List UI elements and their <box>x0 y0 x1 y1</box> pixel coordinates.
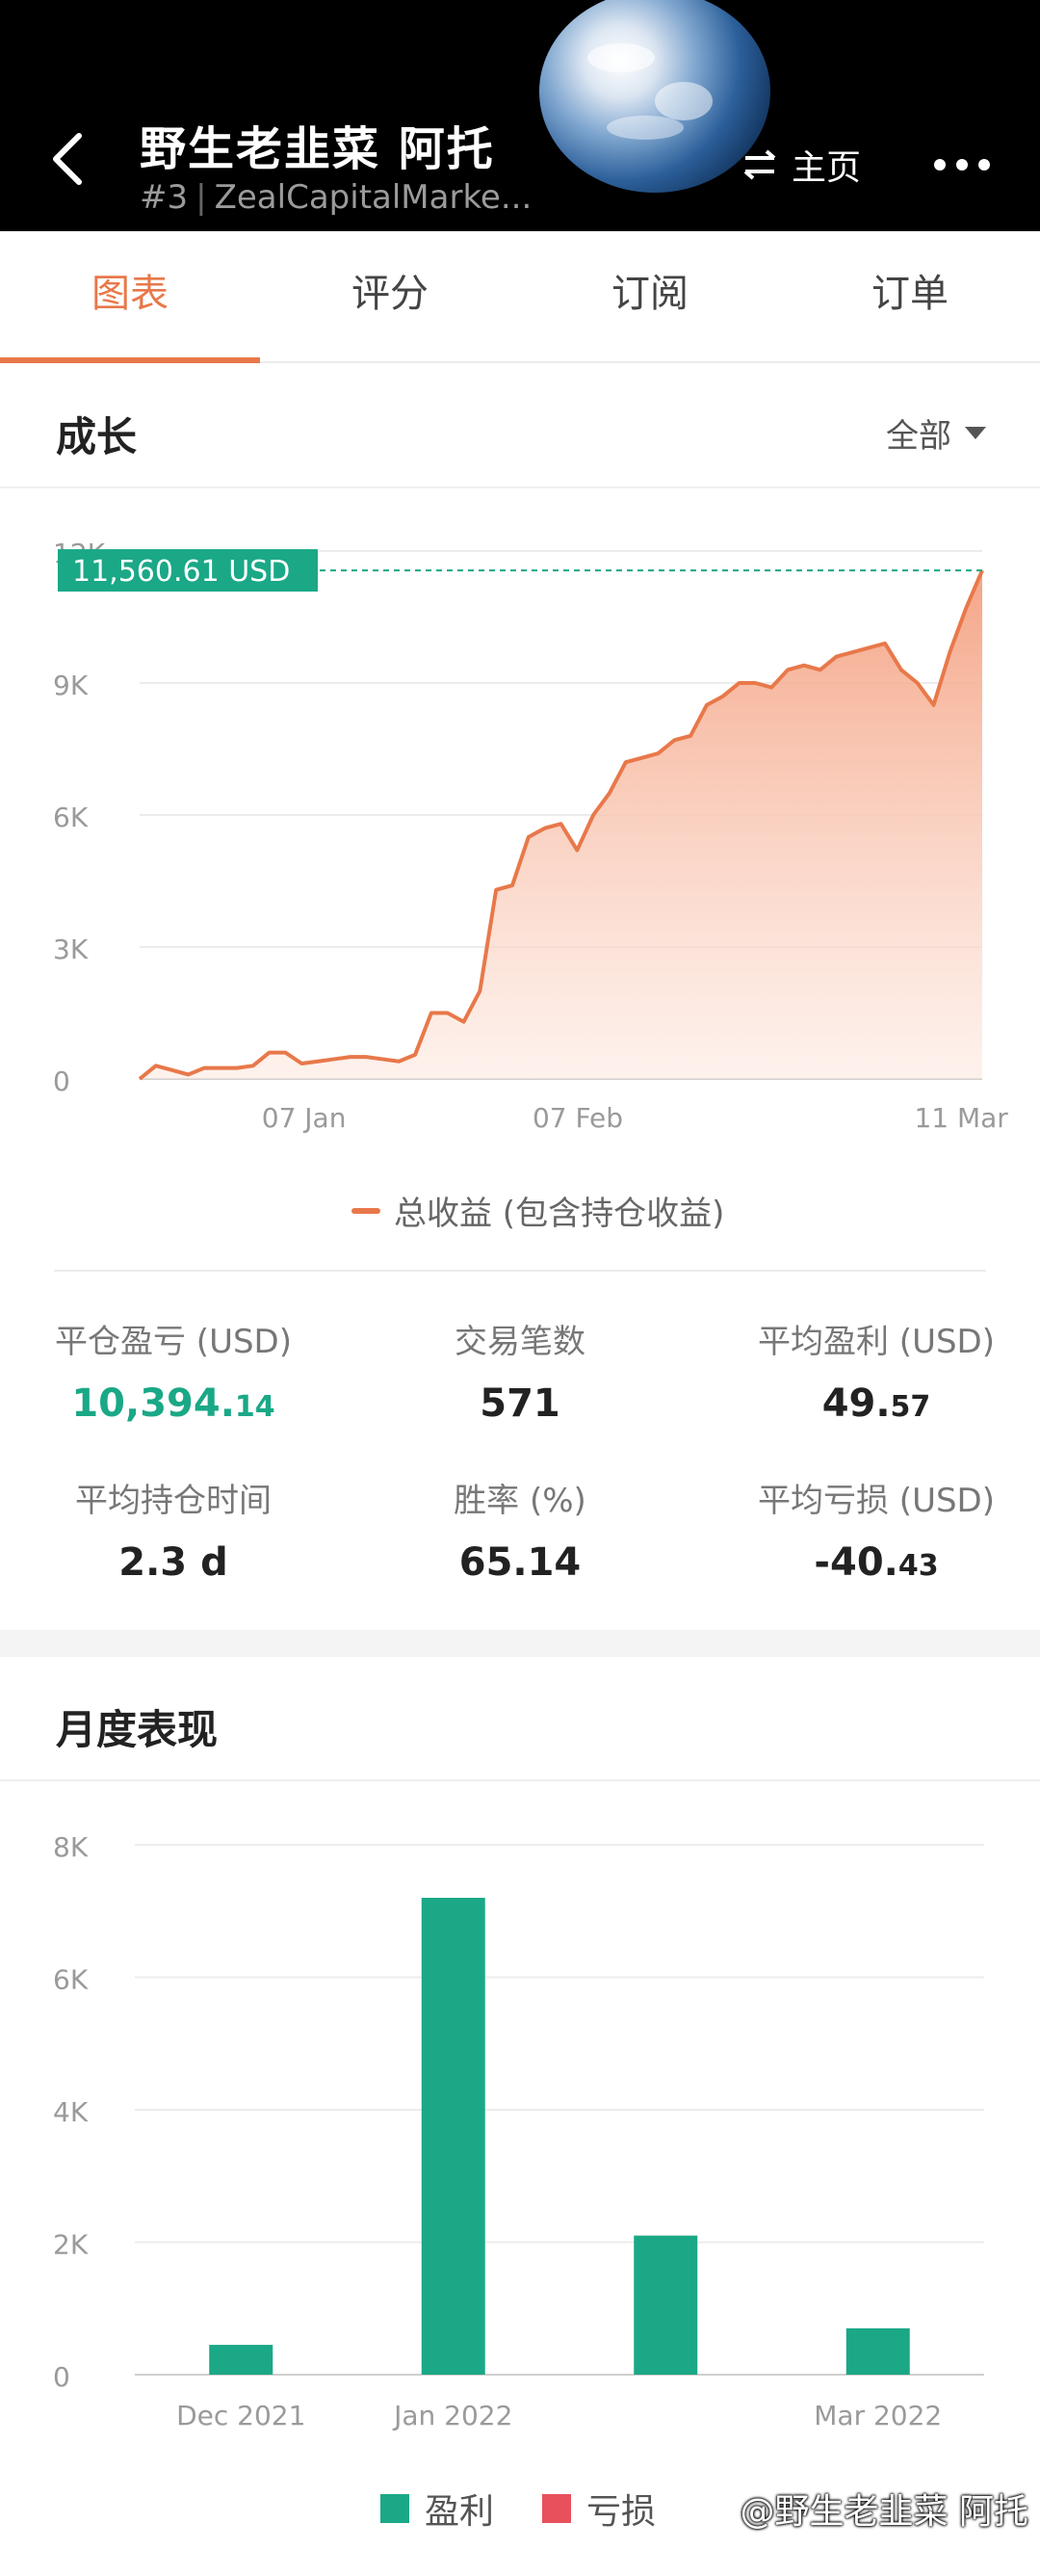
bar-mar-2022 <box>845 2327 910 2375</box>
stat-label: 平仓盈亏 (USD) <box>55 1323 292 1361</box>
y-tick-label: 6K <box>53 1964 89 1996</box>
legend-profit: 盈利 <box>380 2484 494 2534</box>
bar-dec-2021 <box>209 2345 273 2375</box>
stat-avg-profit: 平均盈利 (USD) 49.57 <box>732 1315 1021 1426</box>
stat-trades: 交易笔数 571 <box>385 1315 655 1426</box>
tab-chart[interactable]: 图表 <box>0 231 260 363</box>
growth-header: 成长 全部 <box>0 366 1040 488</box>
stat-value: 10,394.14 <box>71 1381 275 1426</box>
stat-label: 交易笔数 <box>455 1323 585 1361</box>
x-tick-label: 07 Jan <box>262 1102 347 1134</box>
stat-label: 胜率 (%) <box>454 1482 586 1520</box>
home-label: 主页 <box>792 148 862 188</box>
profit-swatch-icon <box>380 2494 409 2523</box>
more-icon[interactable] <box>934 159 990 171</box>
broker-label: ZealCapitalMarke... <box>214 178 533 217</box>
section-gap <box>0 1630 1040 1657</box>
legend-loss: 亏损 <box>542 2484 656 2534</box>
tab-bar: 图表 评分 订阅 订单 <box>0 231 1040 363</box>
avatar[interactable] <box>539 0 770 193</box>
tab-subscribe[interactable]: 订阅 <box>520 231 780 361</box>
y-tick-label: 8K <box>53 1831 89 1863</box>
growth-title: 成长 <box>56 413 138 460</box>
growth-chart: 03K6K9K12K11,560.61 USD07 Jan07 Feb11 Ma… <box>53 538 1008 1134</box>
stat-value: 65.14 <box>458 1540 582 1585</box>
switch-icon <box>743 149 776 180</box>
account-subtitle: #3 | ZealCapitalMarke... <box>140 178 533 217</box>
growth-legend: 总收益 (包含持仓收益) <box>351 1187 724 1234</box>
x-tick-label: Jan 2022 <box>392 2400 512 2431</box>
y-tick-label: 3K <box>53 933 89 965</box>
stat-value: -40.43 <box>814 1540 939 1585</box>
x-tick-label: 11 Mar <box>914 1102 1008 1134</box>
stat-avg-loss: 平均亏损 (USD) -40.43 <box>732 1474 1021 1585</box>
home-button[interactable]: 主页 <box>741 140 861 190</box>
monthly-legend: 盈利 亏损 <box>380 2484 704 2534</box>
y-tick-label: 6K <box>53 802 89 833</box>
bar-feb-2022 <box>634 2235 698 2375</box>
monthly-header: 月度表现 <box>0 1659 1040 1781</box>
stat-winrate: 胜率 (%) 65.14 <box>385 1474 655 1585</box>
loss-swatch-icon <box>542 2494 572 2523</box>
legend-profit-label: 盈利 <box>425 2492 495 2532</box>
y-tick-label: 0 <box>53 1065 70 1097</box>
range-value: 全部 <box>886 417 951 456</box>
bar-jan-2022 <box>421 1898 485 2375</box>
y-tick-label: 0 <box>53 2361 70 2393</box>
growth-legend-label: 总收益 (包含持仓收益) <box>394 1195 725 1233</box>
stat-label: 平均盈利 (USD) <box>758 1323 995 1361</box>
monthly-title: 月度表现 <box>56 1706 219 1753</box>
x-tick-label: 07 Feb <box>533 1102 623 1134</box>
y-tick-label: 9K <box>53 670 89 701</box>
stat-value: 2.3 d <box>118 1540 228 1585</box>
stat-label: 平均亏损 (USD) <box>758 1482 995 1520</box>
page-title: 野生老韭菜 阿托 <box>140 122 495 176</box>
x-tick-label: Mar 2022 <box>814 2400 942 2431</box>
legend-line-icon <box>351 1207 380 1214</box>
y-tick-label: 4K <box>53 2096 89 2128</box>
x-tick-label: Dec 2021 <box>176 2400 305 2431</box>
back-arrow-icon[interactable] <box>48 130 87 188</box>
tab-orders[interactable]: 订单 <box>780 231 1040 361</box>
current-value-label: 11,560.61 USD <box>72 555 290 589</box>
y-tick-label: 2K <box>53 2229 89 2261</box>
stat-label: 平均持仓时间 <box>75 1482 272 1520</box>
app-header: 野生老韭菜 阿托 #3 | ZealCapitalMarke... 主页 <box>0 0 1040 231</box>
divider <box>54 1270 986 1272</box>
rank-label: #3 <box>140 178 189 217</box>
stat-value: 571 <box>480 1381 560 1426</box>
stat-closed-pl: 平仓盈亏 (USD) 10,394.14 <box>39 1315 308 1426</box>
range-dropdown[interactable]: 全部 <box>886 409 986 457</box>
dropdown-triangle-icon <box>965 427 986 439</box>
monthly-chart: 0 2K 4K 6K 8K Dec 2021 Jan 2022 Mar 2022 <box>53 1831 984 2431</box>
stat-avg-hold: 平均持仓时间 2.3 d <box>39 1474 308 1585</box>
stat-value: 49.57 <box>821 1381 931 1426</box>
watermark: @野生老韭菜 阿托 <box>740 2492 1028 2532</box>
tab-rating[interactable]: 评分 <box>260 231 520 361</box>
legend-loss-label: 亏损 <box>586 2492 657 2532</box>
